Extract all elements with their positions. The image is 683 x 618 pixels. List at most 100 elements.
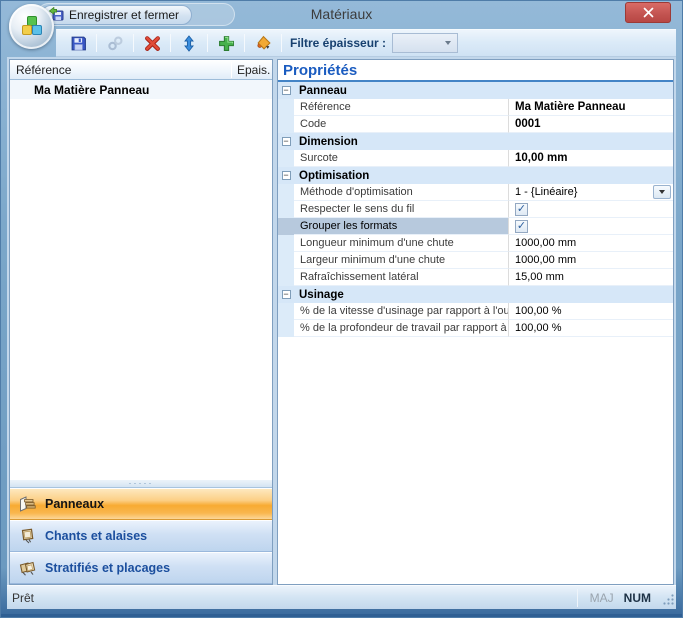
row-indent [278,235,294,252]
collapse-icon[interactable]: − [282,137,291,146]
edge-icon [17,527,37,545]
nav-label: Stratifiés et placages [45,561,170,575]
chevron-down-icon [659,190,665,194]
nav-label: Chants et alaises [45,529,147,543]
property-value[interactable]: 100,00 % [509,320,673,337]
property-value[interactable]: ✓ [509,201,673,218]
row-indent [278,116,294,133]
property-value[interactable]: 1000,00 mm [509,252,673,269]
property-value[interactable]: Ma Matière Panneau [509,99,673,116]
delete-button[interactable] [140,32,164,54]
property-label: Référence [294,99,509,116]
row-indent: − [278,286,294,303]
property-value[interactable]: 0001 [509,116,673,133]
property-label: % de la profondeur de travail par rappor… [294,320,509,337]
property-value[interactable]: 100,00 % [509,303,673,320]
property-group-row[interactable]: −Usinage [278,286,673,303]
group-label: Dimension [294,133,673,150]
property-value[interactable]: ✓ [509,218,673,235]
category-nav: Panneaux Chants et alaises Stratifiés et p… [10,488,272,584]
property-row[interactable]: Surcote10,00 mm [278,150,673,167]
list-item[interactable]: Ma Matière Panneau [10,80,272,99]
resize-grip-icon [662,593,675,606]
column-header-reference[interactable]: Référence [10,63,231,77]
app-cubes-icon [19,14,45,40]
splitter-handle[interactable]: ····· [10,479,272,488]
resize-grip[interactable] [659,590,675,606]
property-label: % de la vitesse d'usinage par rapport à … [294,303,509,320]
status-separator [577,589,578,607]
row-indent: − [278,167,294,184]
property-value-text: 1 - {Linéaire} [515,186,577,198]
property-value[interactable]: 15,00 mm [509,269,673,286]
property-group-row[interactable]: −Dimension [278,133,673,150]
property-row[interactable]: % de la profondeur de travail par rappor… [278,320,673,337]
property-grid: −PanneauRéférenceMa Matière PanneauCode0… [278,82,673,337]
save-close-label: Enregistrer et fermer [69,8,179,22]
checkbox[interactable]: ✓ [515,220,528,233]
close-button[interactable] [625,2,671,23]
nav-button-panneaux[interactable]: Panneaux [10,488,272,520]
color-fill-button[interactable] [251,32,275,54]
property-value-text: 100,00 % [515,322,561,334]
collapse-icon[interactable]: − [282,290,291,299]
group-label: Optimisation [294,167,673,184]
toolbar-separator [170,34,171,52]
app-menu-button[interactable] [9,4,54,49]
toolbar-separator [207,34,208,52]
link-button[interactable] [103,32,127,54]
sort-updown-button[interactable] [177,32,201,54]
property-label: Rafraîchissement latéral [294,269,509,286]
row-indent [278,269,294,286]
property-value-text: 1000,00 mm [515,237,576,249]
property-row[interactable]: % de la vitesse d'usinage par rapport à … [278,303,673,320]
property-group-row[interactable]: −Optimisation [278,167,673,184]
property-value-text: 15,00 mm [515,271,564,283]
group-label: Panneau [294,82,673,99]
property-row[interactable]: Méthode d'optimisation 1 - {Linéaire} [278,184,673,201]
collapse-icon[interactable]: − [282,171,291,180]
property-row[interactable]: Code0001 [278,116,673,133]
window-bottom-edge [1,614,682,617]
link-icon [107,35,124,52]
nav-button-chants-et-alaises[interactable]: Chants et alaises [10,520,272,552]
property-value[interactable]: 1 - {Linéaire} [509,184,673,201]
property-value[interactable]: 10,00 mm [509,150,673,167]
nav-button-stratifies-et-placages[interactable]: Stratifiés et placages [10,552,272,584]
collapse-icon[interactable]: − [282,86,291,95]
toolbar-separator [244,34,245,52]
property-row[interactable]: Longueur minimum d'une chute1000,00 mm [278,235,673,252]
chevron-down-icon [445,41,451,45]
row-indent [278,201,294,218]
toolbar-separator [281,34,282,52]
property-row[interactable]: RéférenceMa Matière Panneau [278,99,673,116]
properties-panel: Propriétés −PanneauRéférenceMa Matière P… [277,59,674,585]
property-label: Méthode d'optimisation [294,184,509,201]
property-value[interactable]: 1000,00 mm [509,235,673,252]
property-row[interactable]: Grouper les formats✓ [278,218,673,235]
materials-window: Enregistrer et fermer Matériaux [0,0,683,618]
add-button[interactable] [214,32,238,54]
column-header-epaisseur[interactable]: Epais. [232,63,272,77]
status-bar: Prêt MAJ NUM [7,585,676,609]
list-header: Référence Epais. [10,60,272,80]
row-indent [278,320,294,337]
row-indent [278,252,294,269]
add-icon [218,35,235,52]
toolbar-separator [133,34,134,52]
filter-thickness-combobox[interactable] [392,33,458,53]
property-row[interactable]: Rafraîchissement latéral 15,00 mm [278,269,673,286]
row-indent [278,99,294,116]
checkbox[interactable]: ✓ [515,203,528,216]
materials-list[interactable]: Ma Matière Panneau [10,80,272,479]
property-group-row[interactable]: −Panneau [278,82,673,99]
save-button[interactable] [66,32,90,54]
property-row[interactable]: Largeur minimum d'une chute1000,00 mm [278,252,673,269]
save-and-close-button[interactable]: Enregistrer et fermer [41,5,192,25]
dropdown-button[interactable] [653,185,671,199]
status-text: Prêt [12,591,34,605]
row-indent [278,303,294,320]
property-row[interactable]: Respecter le sens du fil✓ [278,201,673,218]
toolbar: Filtre épaisseur : [7,29,676,57]
nav-label: Panneaux [45,497,104,511]
